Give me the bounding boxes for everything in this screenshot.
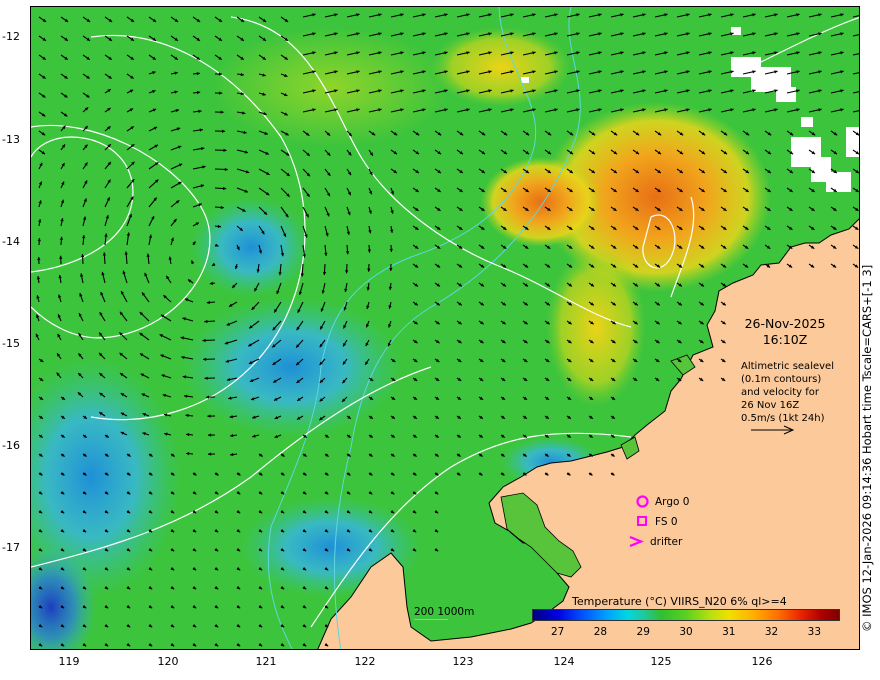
drifter-chevron-icon bbox=[629, 535, 644, 548]
legend-fs-label: FS 0 bbox=[655, 515, 678, 528]
lat-tick-label: -15 bbox=[2, 337, 20, 350]
velocity-note: Altimetric sealevel (0.1m contours) and … bbox=[741, 361, 834, 424]
fs-square-icon bbox=[637, 516, 647, 526]
colorbar-tick-label: 33 bbox=[807, 626, 822, 638]
legend-argo-label: Argo 0 bbox=[655, 495, 690, 508]
map-time: 16:10Z bbox=[762, 332, 808, 347]
colorbar-tick-label: 27 bbox=[550, 626, 565, 638]
colorbar-tick-label: 29 bbox=[636, 626, 650, 638]
colorbar-tick-label: 30 bbox=[679, 626, 693, 638]
lat-tick-label: -12 bbox=[2, 30, 20, 43]
legend-drifter-label: drifter bbox=[650, 535, 683, 548]
lat-tick-label: -17 bbox=[2, 541, 20, 554]
lat-tick-label: -13 bbox=[2, 133, 20, 146]
map-date: 26-Nov-2025 bbox=[744, 316, 826, 331]
lat-tick-label: -14 bbox=[2, 235, 20, 248]
lon-tick-label: 123 bbox=[452, 655, 474, 668]
lon-tick-label: 126 bbox=[751, 655, 773, 668]
colorbar-tick-label: 32 bbox=[764, 626, 779, 638]
legend-fs: FS 0 bbox=[636, 515, 678, 528]
legend-drifter: drifter bbox=[628, 535, 682, 548]
colorbar-tick-label: 31 bbox=[722, 626, 736, 638]
warm-patch-east bbox=[481, 157, 601, 247]
colorbar-title: Temperature (°C) VIIRS_N20 6% ql>=4 bbox=[572, 595, 787, 608]
lat-tick-label: -16 bbox=[2, 439, 20, 452]
lon-tick-label: 120 bbox=[157, 655, 179, 668]
temperature-colorbar bbox=[532, 609, 840, 621]
lon-tick-label: 122 bbox=[354, 655, 376, 668]
argo-circle-icon bbox=[636, 495, 649, 508]
isobath-key: 200 1000m bbox=[414, 606, 475, 618]
lon-tick-label: 124 bbox=[553, 655, 575, 668]
velocity-scale-arrow-icon bbox=[751, 425, 795, 435]
colorbar-tick-label: 28 bbox=[593, 626, 608, 638]
credit-text: © IMOS 12-Jan-2026 09:14:36 Hobart time … bbox=[860, 264, 874, 632]
legend-argo: Argo 0 bbox=[636, 495, 689, 508]
lon-tick-label: 125 bbox=[650, 655, 672, 668]
yellow-patch-north bbox=[431, 27, 571, 107]
map-datetime: 26-Nov-2025 16:10Z bbox=[735, 316, 835, 348]
lon-tick-label: 119 bbox=[58, 655, 80, 668]
lime-patch bbox=[211, 27, 451, 147]
lon-tick-label: 121 bbox=[255, 655, 277, 668]
isobath-key-line bbox=[414, 619, 448, 620]
